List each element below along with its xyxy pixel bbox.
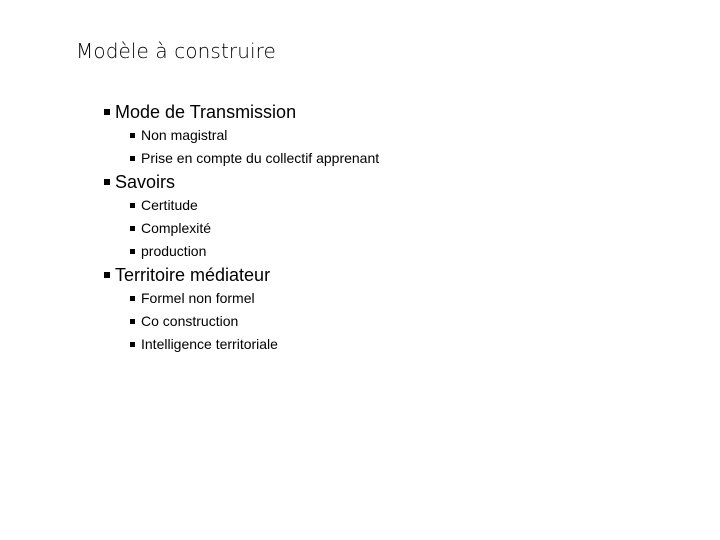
slide-canvas: Modèle à construire Mode de Transmission… bbox=[0, 0, 720, 540]
bullet-line-level2: Non magistral bbox=[130, 124, 720, 147]
outline-level2-list: Non magistral Prise en compte du collect… bbox=[104, 124, 720, 170]
outline-subitem: Certitude bbox=[104, 194, 720, 217]
bullet-line-level2: production bbox=[130, 240, 720, 263]
outline-subitem: Intelligence territoriale bbox=[104, 333, 720, 356]
bullet-line-level2: Prise en compte du collectif apprenant bbox=[130, 147, 720, 170]
bullet-label-level2: Non magistral bbox=[141, 127, 228, 143]
square-bullet-icon bbox=[130, 133, 135, 138]
bullet-label-level1: Territoire médiateur bbox=[115, 265, 271, 285]
bullet-label-level2: Prise en compte du collectif apprenant bbox=[141, 150, 380, 166]
outline-subitem: Formel non formel bbox=[104, 287, 720, 310]
outline-group: Territoire médiateur Formel non formel C… bbox=[0, 263, 720, 356]
square-bullet-icon bbox=[130, 203, 135, 208]
bullet-label-level2: Intelligence territoriale bbox=[141, 336, 278, 352]
square-bullet-icon bbox=[104, 109, 110, 115]
bullet-line-level1: Mode de Transmission bbox=[104, 100, 720, 124]
bullet-line-level2: Co construction bbox=[130, 310, 720, 333]
outline-subitem: production bbox=[104, 240, 720, 263]
square-bullet-icon bbox=[130, 342, 135, 347]
outline-subitem: Complexité bbox=[104, 217, 720, 240]
bullet-label-level1: Mode de Transmission bbox=[115, 102, 297, 122]
bullet-label-level2: Formel non formel bbox=[141, 290, 255, 306]
outline-content: Mode de Transmission Non magistral Prise… bbox=[0, 100, 720, 356]
square-bullet-icon bbox=[130, 249, 135, 254]
outline-level2-list: Formel non formel Co construction Intell… bbox=[104, 287, 720, 356]
bullet-label-level1: Savoirs bbox=[115, 172, 176, 192]
square-bullet-icon bbox=[130, 156, 135, 161]
outline-group: Mode de Transmission Non magistral Prise… bbox=[0, 100, 720, 170]
bullet-line-level1: Savoirs bbox=[104, 170, 720, 194]
square-bullet-icon bbox=[104, 179, 110, 185]
bullet-label-level2: Certitude bbox=[141, 197, 198, 213]
outline-level1-list: Mode de Transmission Non magistral Prise… bbox=[0, 100, 720, 356]
square-bullet-icon bbox=[130, 226, 135, 231]
outline-subitem: Prise en compte du collectif apprenant bbox=[104, 147, 720, 170]
square-bullet-icon bbox=[104, 272, 110, 278]
bullet-line-level2: Certitude bbox=[130, 194, 720, 217]
outline-level2-list: Certitude Complexité production bbox=[104, 194, 720, 263]
bullet-label-level2: production bbox=[141, 243, 207, 259]
square-bullet-icon bbox=[130, 319, 135, 324]
bullet-label-level2: Complexité bbox=[141, 220, 212, 236]
outline-group: Savoirs Certitude Complexité production bbox=[0, 170, 720, 263]
outline-subitem: Non magistral bbox=[104, 124, 720, 147]
bullet-line-level2: Complexité bbox=[130, 217, 720, 240]
bullet-line-level2: Formel non formel bbox=[130, 287, 720, 310]
bullet-line-level1: Territoire médiateur bbox=[104, 263, 720, 287]
bullet-line-level2: Intelligence territoriale bbox=[130, 333, 720, 356]
page-title: Modèle à construire bbox=[76, 39, 276, 63]
bullet-label-level2: Co construction bbox=[141, 313, 239, 329]
square-bullet-icon bbox=[130, 296, 135, 301]
outline-subitem: Co construction bbox=[104, 310, 720, 333]
